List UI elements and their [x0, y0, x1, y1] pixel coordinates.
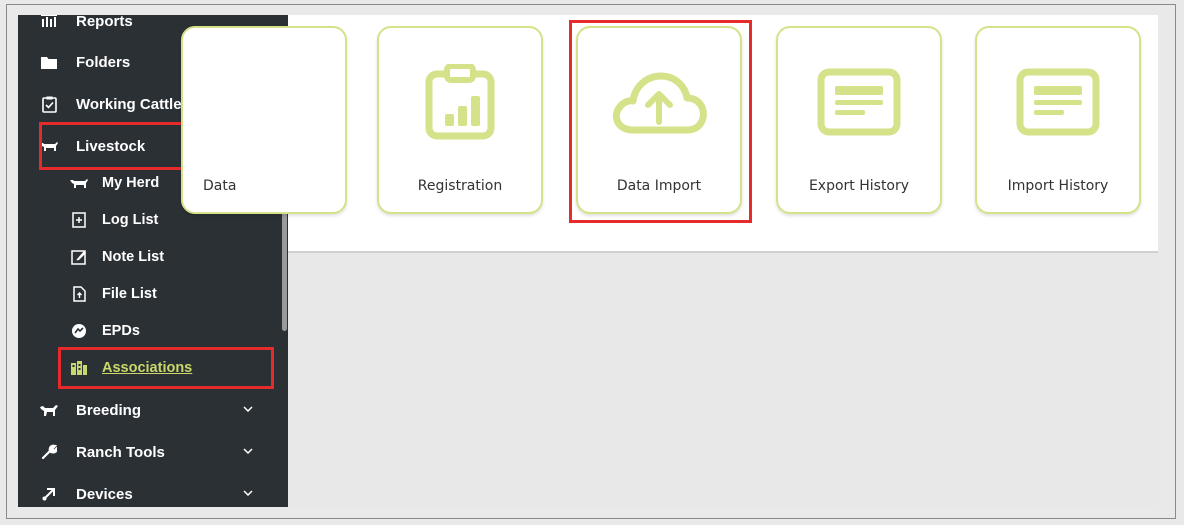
sidebar-subitem-file-list[interactable]: File List — [18, 277, 276, 311]
cloud-upload-icon — [578, 64, 740, 140]
sidebar-item-label: Reports — [76, 15, 133, 30]
breeding-icon — [40, 401, 58, 419]
reports-icon — [40, 15, 58, 30]
sidebar-item-label: Breeding — [76, 401, 142, 419]
sidebar-item-label: Devices — [76, 485, 133, 503]
log-icon — [70, 211, 88, 229]
sidebar-subitem-label: My Herd — [102, 175, 160, 191]
sidebar-subitem-label: Note List — [102, 249, 165, 265]
file-icon — [70, 285, 88, 303]
edit-note-icon — [70, 248, 88, 266]
import-history-icon — [977, 64, 1139, 140]
registration-chart-icon — [379, 64, 541, 140]
app-screen: Reports Folders Working Cattle Livestock… — [18, 15, 1158, 507]
card-label: Registration — [417, 178, 503, 194]
cow-icon — [40, 137, 58, 155]
sidebar-subitem-label: Associations — [102, 360, 193, 376]
card-export-history[interactable]: Export History — [776, 26, 942, 214]
sidebar-item-devices[interactable]: Devices — [18, 476, 276, 507]
export-history-icon — [778, 64, 940, 140]
card-registration[interactable]: Registration — [377, 26, 543, 214]
sidebar-item-breeding[interactable]: Breeding — [18, 392, 276, 428]
card-label: Import History — [1007, 178, 1109, 194]
epd-icon — [70, 322, 88, 340]
folder-icon — [40, 53, 58, 71]
sidebar-subitem-note-list[interactable]: Note List — [18, 240, 276, 274]
chevron-down-icon — [242, 486, 254, 500]
sidebar-subitem-epds[interactable]: EPDs — [18, 314, 276, 348]
card-label: Data Import — [616, 178, 702, 194]
card-data-import[interactable]: Data Import — [576, 26, 742, 214]
card-label: Export History — [808, 178, 910, 194]
sidebar-subitem-associations[interactable]: Associations — [18, 351, 276, 385]
sidebar-item-ranch-tools[interactable]: Ranch Tools — [18, 434, 276, 470]
sidebar-item-label: Livestock — [76, 137, 146, 155]
chevron-down-icon — [242, 444, 254, 458]
content-divider — [288, 251, 1158, 253]
clipboard-check-icon — [40, 95, 58, 113]
sidebar-item-label: Folders — [76, 53, 131, 71]
cow-icon — [70, 174, 88, 192]
wrench-icon — [40, 443, 58, 461]
sidebar-subitem-label: Log List — [102, 212, 159, 228]
sidebar-subitem-label: File List — [102, 286, 157, 302]
sidebar-subitem-label: EPDs — [102, 323, 140, 339]
sidebar-item-label: Ranch Tools — [76, 443, 165, 461]
associations-icon — [70, 359, 88, 377]
device-icon — [40, 485, 58, 503]
sidebar-item-label: Working Cattle — [76, 95, 182, 113]
card-import-history[interactable]: Import History — [975, 26, 1141, 214]
chevron-down-icon — [242, 402, 254, 416]
card-label: Data — [203, 178, 237, 194]
card-data[interactable]: Data — [181, 26, 347, 214]
